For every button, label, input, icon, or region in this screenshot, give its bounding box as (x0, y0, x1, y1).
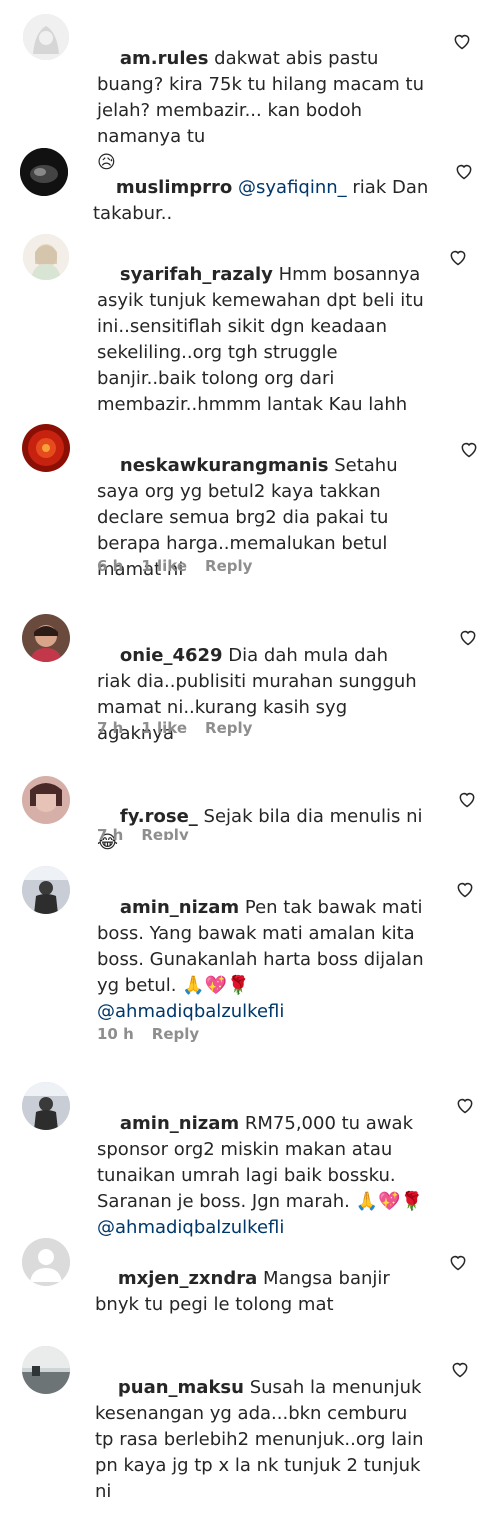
comment-username[interactable]: am.rules (120, 48, 209, 69)
like-button[interactable] (455, 1095, 475, 1115)
comment-time: 10 h (97, 1025, 134, 1043)
comment-likes[interactable]: 1 like (141, 719, 187, 737)
like-button[interactable] (448, 247, 468, 267)
comment-meta: 7 h 1 like Reply (97, 719, 270, 737)
avatar-image (22, 866, 70, 914)
avatar-image (22, 614, 70, 662)
like-button[interactable] (454, 161, 474, 181)
comment-likes[interactable]: 1 like (141, 557, 187, 575)
reply-button[interactable]: Reply (205, 557, 252, 575)
comment-text: neskawkurangmanis Setahu saya org yg bet… (97, 427, 427, 609)
comment-username[interactable]: neskawkurangmanis (120, 455, 329, 476)
avatar-image (22, 424, 70, 472)
comment-time: 6 h (97, 557, 124, 575)
reply-button[interactable]: Reply (141, 826, 188, 840)
comment-body: Hmm bosannya asyik tunjuk kemewahan dpt … (97, 264, 430, 415)
comment-body: Sejak bila dia menulis ni (203, 806, 423, 827)
comment-meta: 10 h Reply (97, 1025, 217, 1043)
comment-time: 7 h (97, 719, 124, 737)
avatar[interactable] (22, 776, 70, 824)
comment-text: syarifah_razaly Hmm bosannya asyik tunju… (97, 236, 427, 444)
avatar[interactable] (23, 234, 69, 280)
like-button[interactable] (450, 1359, 470, 1379)
comment-username[interactable]: amin_nizam (120, 1113, 239, 1134)
avatar[interactable] (22, 866, 70, 914)
comment-time: 7 h (97, 826, 124, 840)
avatar-image (20, 148, 68, 196)
heart-outline-icon (450, 1255, 466, 1271)
comment-username[interactable]: onie_4629 (120, 645, 223, 666)
comment-username[interactable]: mxjen_zxndra (118, 1268, 257, 1289)
avatar-image (22, 1082, 70, 1130)
comment-mention[interactable]: @syafiqinn_ (238, 177, 347, 198)
comment-emoji: 🙏💖🌹 (182, 975, 250, 996)
comment-meta: 7 h Reply (97, 826, 207, 840)
heart-outline-icon (460, 630, 476, 646)
avatar-image (22, 776, 70, 824)
default-avatar-icon (22, 1238, 70, 1286)
heart-outline-icon (461, 442, 477, 458)
heart-outline-icon (459, 792, 475, 808)
avatar[interactable] (22, 424, 70, 472)
reply-button[interactable]: Reply (152, 1025, 199, 1043)
heart-outline-icon (457, 1098, 473, 1114)
avatar-image (22, 1346, 70, 1394)
comment-username[interactable]: amin_nizam (120, 897, 239, 918)
comment-mention[interactable]: @ahmadiqbalzulkefli (97, 1217, 284, 1238)
like-button[interactable] (452, 31, 472, 51)
avatar[interactable] (23, 14, 69, 60)
like-button[interactable] (455, 879, 475, 899)
comment-mention[interactable]: @ahmadiqbalzulkefli (97, 1001, 284, 1022)
comment-username[interactable]: puan_maksu (118, 1377, 244, 1398)
comment-text: mxjen_zxndra Mangsa banjir bnyk tu pegi … (95, 1240, 435, 1344)
reply-button[interactable]: Reply (205, 719, 252, 737)
avatar[interactable] (22, 614, 70, 662)
like-button[interactable] (458, 627, 478, 647)
like-button[interactable] (459, 439, 479, 459)
avatar[interactable] (20, 148, 68, 196)
avatar-image (23, 234, 69, 280)
heart-outline-icon (450, 250, 466, 266)
like-button[interactable] (448, 1252, 468, 1272)
avatar[interactable] (22, 1082, 70, 1130)
comment-username[interactable]: syarifah_razaly (120, 264, 273, 285)
avatar[interactable] (22, 1346, 70, 1394)
comment-text: onie_4629 Dia dah mula dah riak dia..pub… (97, 617, 427, 773)
comment-text: puan_maksu Susah la menunjuk kesenangan … (95, 1349, 430, 1531)
heart-outline-icon (452, 1362, 468, 1378)
comment-username[interactable]: muslimprro (116, 177, 232, 198)
heart-outline-icon (456, 164, 472, 180)
default-avatar-icon (23, 14, 69, 60)
heart-outline-icon (457, 882, 473, 898)
comment-text: amin_nizam Pen tak bawak mati boss. Yang… (97, 869, 437, 1051)
heart-outline-icon (454, 34, 470, 50)
comment-meta: 6 h 1 like Reply (97, 557, 270, 575)
comment-username[interactable]: fy.rose_ (120, 806, 198, 827)
avatar[interactable] (22, 1238, 70, 1286)
like-button[interactable] (457, 789, 477, 809)
comment-emoji: 🙏💖🌹 (355, 1191, 423, 1212)
